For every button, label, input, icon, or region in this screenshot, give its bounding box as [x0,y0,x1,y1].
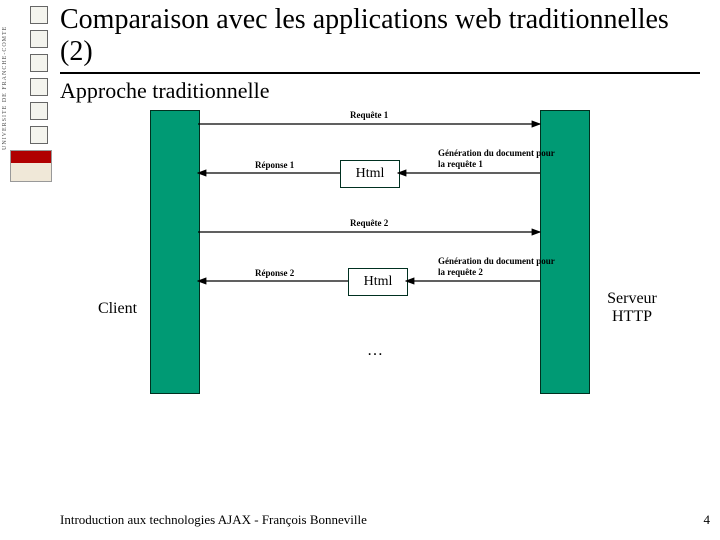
slide-footer: Introduction aux technologies AJAX - Fra… [60,512,367,528]
institution-strip: UNIVERSITE DE FRANCHE-COMTE [0,0,55,200]
logo-icon [30,30,48,48]
logo-icon [30,126,48,144]
slide-subtitle: Approche traditionnelle [60,78,270,104]
logo-icon [30,6,48,24]
page-number: 4 [704,512,711,528]
logo-icon [30,54,48,72]
lab-logo-icon [10,150,52,182]
university-name: UNIVERSITE DE FRANCHE-COMTE [2,26,8,150]
logo-icon [30,78,48,96]
flow-diagram: Client Serveur HTTP Html Html … Requête … [60,110,700,420]
logo-icon [30,102,48,120]
arrows-svg [60,110,700,420]
slide-title: Comparaison avec les applications web tr… [60,4,700,68]
title-underline [60,72,700,74]
